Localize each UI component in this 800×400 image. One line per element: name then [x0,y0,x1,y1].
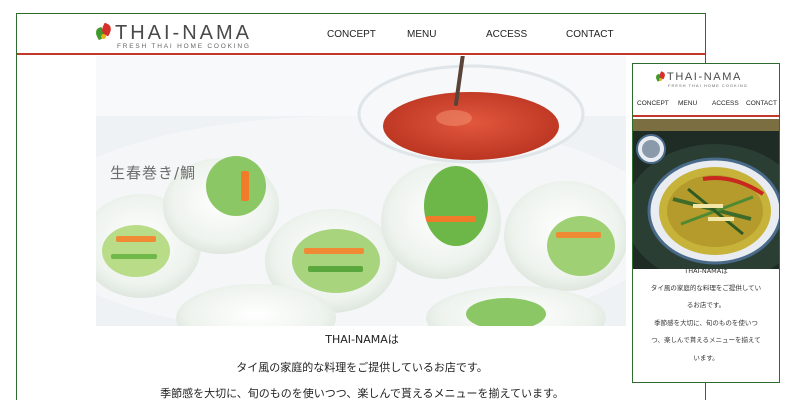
mobile-intro-line-5: つ、楽しんで貰えるメニューを揃えて [651,336,761,344]
spring-rolls-photo [96,56,626,326]
mobile-preview: THAI-NAMA FRESH THAI HOME COOKING CONCEP… [632,63,780,383]
hero-image: 生春巻き/鯛 [96,56,626,326]
mobile-header: THAI-NAMA FRESH THAI HOME COOKING CONCEP… [633,64,779,117]
mobile-nav-access[interactable]: ACCESS [712,100,739,107]
logo-tagline: FRESH THAI HOME COOKING [117,43,251,50]
mobile-intro-line-2: タイ風の家庭的な料理をご提供してい [650,284,762,292]
nav-concept[interactable]: CONCEPT [327,29,376,40]
leaf-logo-icon [654,71,667,82]
intro-line-2: タイ風の家庭的な料理をご提供しているお店です。 [236,361,488,374]
hero-caption: 生春巻き/鯛 [110,164,197,182]
logo-tagline: FRESH THAI HOME COOKING [668,83,748,88]
curry-bowl-photo [633,119,779,269]
nav-menu[interactable]: MENU [407,29,436,40]
mobile-intro-line-1: THAI-NAMAは [684,267,728,275]
leaf-logo-icon [94,22,114,41]
mobile-intro-line-3: るお店です。 [686,301,726,309]
desktop-preview: THAI-NAMA FRESH THAI HOME COOKING CONCEP… [16,13,706,400]
nav-contact[interactable]: CONTACT [566,29,614,40]
desktop-header: THAI-NAMA FRESH THAI HOME COOKING CONCEP… [17,14,705,55]
mobile-nav-concept[interactable]: CONCEPT [637,100,669,107]
mobile-nav-menu[interactable]: MENU [678,100,697,107]
intro-line-1: THAI-NAMAは [325,333,399,346]
logo-text: THAI-NAMA [115,22,252,44]
mobile-nav-contact[interactable]: CONTACT [746,100,777,107]
mobile-intro-line-6: います。 [693,354,719,362]
nav-access[interactable]: ACCESS [486,29,527,40]
mobile-hero-image [633,119,779,269]
intro-line-3: 季節感を大切に、旬のものを使いつつ、楽しんで貰えるメニューを揃えています。 [160,387,564,400]
mobile-intro-line-4: 季節感を大切に、旬のものを使いつ [654,319,758,327]
